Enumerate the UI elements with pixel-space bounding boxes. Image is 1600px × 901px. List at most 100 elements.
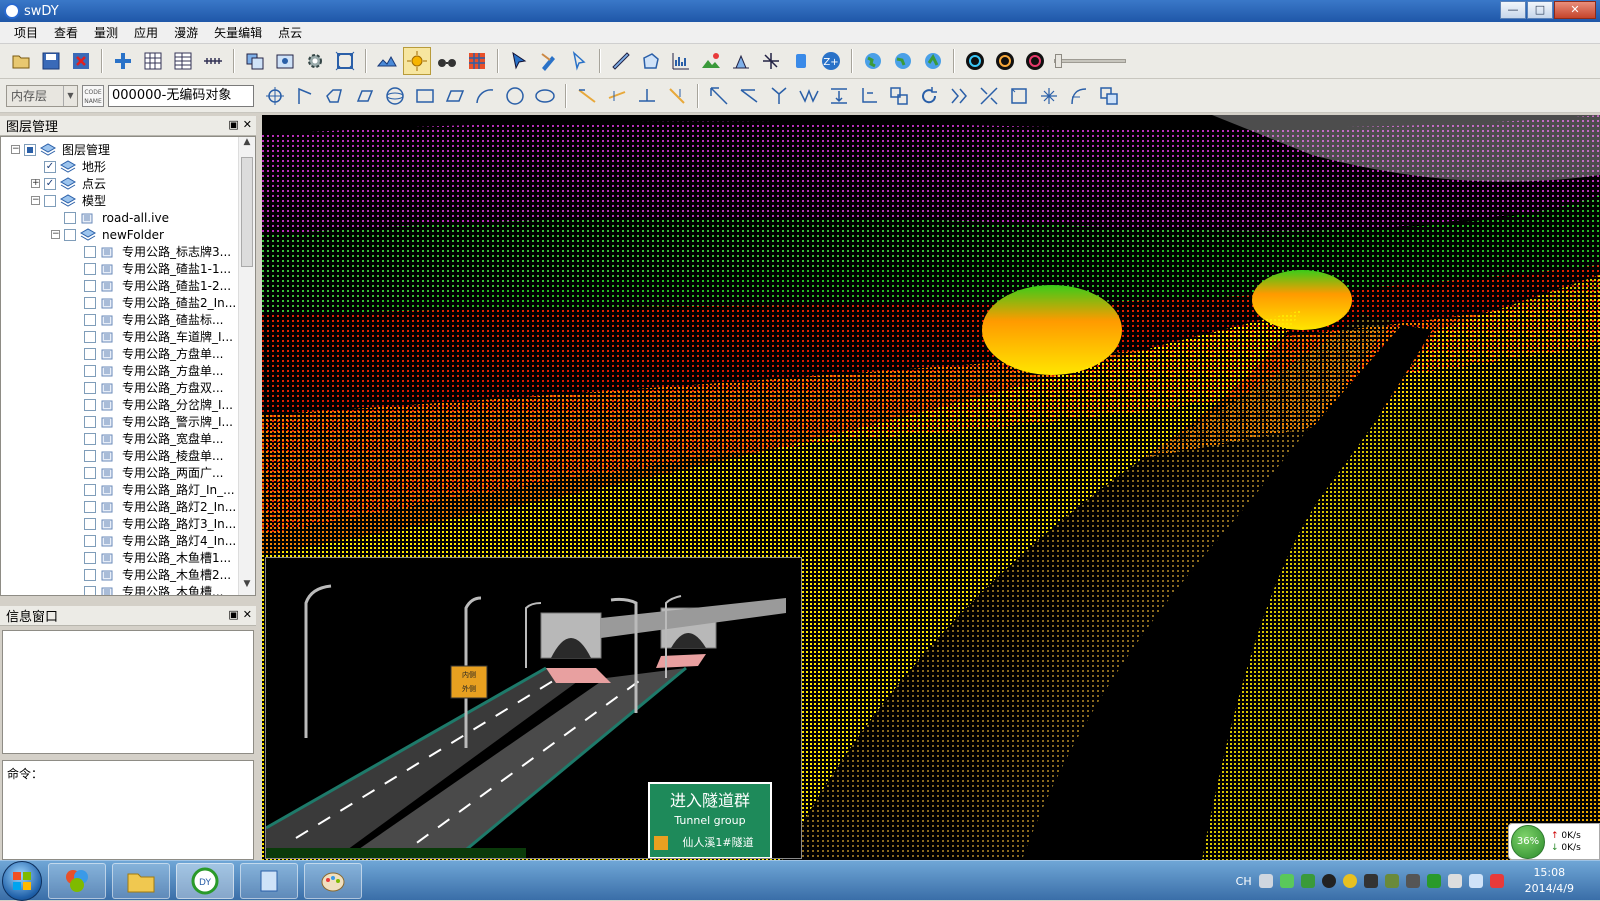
layer-tree-item[interactable]: 专用公路_碴盐1-1...	[71, 260, 231, 277]
scroll-down-icon[interactable]: ▼	[239, 579, 255, 595]
speaker-muted-icon[interactable]	[1489, 874, 1504, 888]
taskbar-explorer-icon[interactable]	[112, 862, 170, 899]
speed-slider[interactable]	[1054, 54, 1126, 68]
texture-grid-icon[interactable]	[463, 47, 491, 75]
plus-badge-icon[interactable]	[1342, 874, 1357, 888]
monitor-icon[interactable]	[1363, 874, 1378, 888]
corner-icon[interactable]	[855, 82, 883, 110]
menu-roam[interactable]: 漫游	[166, 22, 206, 44]
layer-select[interactable]: 内存层 ▼	[6, 84, 78, 107]
circle-icon[interactable]	[501, 82, 529, 110]
layer-tree-item[interactable]: 专用公路_标志牌3...	[71, 243, 231, 260]
close-project-button[interactable]	[67, 47, 95, 75]
parallelogram-icon[interactable]	[441, 82, 469, 110]
windows-start-icon[interactable]	[2, 860, 42, 901]
layer-tree-item[interactable]: 专用公路_木鱼槽...	[71, 583, 223, 595]
layer-tree-item[interactable]: 专用公路_路灯3_In...	[71, 515, 236, 532]
shield-icon[interactable]	[1300, 874, 1315, 888]
collapse-icon[interactable]: −	[11, 145, 20, 154]
layer-visibility-checkbox[interactable]	[84, 262, 96, 275]
menu-vector-edit[interactable]: 矢量编辑	[206, 22, 270, 44]
bounding-box-icon[interactable]	[1005, 82, 1033, 110]
input-language[interactable]: CH	[1236, 875, 1252, 888]
layer-tree-item[interactable]: 专用公路_警示牌_I...	[71, 413, 233, 430]
snap-parallel-icon[interactable]	[603, 82, 631, 110]
trim-line-icon[interactable]	[735, 82, 763, 110]
nvidia-icon[interactable]	[1384, 874, 1399, 888]
layer-visibility-checkbox[interactable]: ✓	[44, 160, 56, 173]
collapse-icon[interactable]: −	[31, 196, 40, 205]
layer-visibility-checkbox[interactable]	[84, 449, 96, 462]
mirror-icon[interactable]	[945, 82, 973, 110]
layer-visibility-checkbox[interactable]	[64, 228, 76, 241]
speed-slider-thumb[interactable]	[1055, 54, 1062, 68]
snap-end-icon[interactable]	[663, 82, 691, 110]
close-icon[interactable]: ✕	[243, 118, 252, 131]
layer-tree-item[interactable]: 专用公路_路灯_In_...	[71, 481, 235, 498]
layer-visibility-checkbox[interactable]: ✓	[44, 177, 56, 190]
screenshot-button[interactable]	[271, 47, 299, 75]
pick-point-icon[interactable]	[565, 47, 593, 75]
layer-tree-item[interactable]: ✓ 地形	[31, 158, 106, 175]
layer-visibility-checkbox[interactable]	[84, 551, 96, 564]
network-speed-widget[interactable]: 36% ↑ 0K/s ↓ 0K/s	[1508, 823, 1600, 860]
rotate-icon[interactable]	[915, 82, 943, 110]
annotation-icon[interactable]	[351, 82, 379, 110]
scroll-up-icon[interactable]: ▲	[239, 137, 255, 153]
restore-button[interactable]: □	[1527, 1, 1553, 19]
layer-visibility-checkbox[interactable]	[84, 381, 96, 394]
layer-tree-item[interactable]: 专用公路_碴盐2_In...	[71, 294, 236, 311]
curve-fit-icon[interactable]	[1065, 82, 1093, 110]
layer-tree-item[interactable]: − 图层管理	[11, 141, 110, 158]
layer-tree-item[interactable]: − 模型	[31, 192, 106, 209]
collapse-icon[interactable]: −	[51, 230, 60, 239]
crosshair-icon[interactable]	[261, 82, 289, 110]
layer-tree-item[interactable]: 专用公路_两面广...	[71, 464, 223, 481]
offset-icon[interactable]	[885, 82, 913, 110]
table-view-button[interactable]	[169, 47, 197, 75]
cylinder-icon[interactable]	[787, 47, 815, 75]
sphere-icon[interactable]	[381, 82, 409, 110]
layer-tree-item[interactable]: 专用公路_木鱼槽1...	[71, 549, 231, 566]
ellipse-icon[interactable]	[531, 82, 559, 110]
terrain-button[interactable]	[373, 47, 401, 75]
layer-tree-item[interactable]: 专用公路_碴盐1-2...	[71, 277, 231, 294]
pin-icon[interactable]: ▣	[228, 118, 238, 131]
snap-line-icon[interactable]	[573, 82, 601, 110]
code-name-icon[interactable]: CODE NAME	[82, 84, 104, 107]
layer-visibility-checkbox[interactable]	[84, 296, 96, 309]
window-layout-button[interactable]	[241, 47, 269, 75]
settings-gear-icon[interactable]	[301, 47, 329, 75]
layer-tree-item[interactable]: 专用公路_车道牌_I...	[71, 328, 233, 345]
save-button[interactable]	[37, 47, 65, 75]
glasses-icon[interactable]	[433, 47, 461, 75]
layer-visibility-checkbox[interactable]	[84, 585, 96, 595]
profile-chart-icon[interactable]	[667, 47, 695, 75]
model-preview-viewport[interactable]: 内侧 外侧 进入隧道群 Tunnel group 仙人溪1#隧道	[265, 557, 802, 859]
sun-light-icon[interactable]	[403, 47, 431, 75]
layer-tree-item[interactable]: 专用公路_宽盘单...	[71, 430, 223, 447]
taskbar-app-orbs-icon[interactable]	[48, 862, 106, 899]
layer-tree-item[interactable]: 专用公路_分岔牌_I...	[71, 396, 233, 413]
layer-visibility-checkbox[interactable]	[84, 313, 96, 326]
layer-tree-item[interactable]: 专用公路_棱盘单...	[71, 447, 223, 464]
usb-icon[interactable]	[1447, 874, 1462, 888]
snap-perpendicular-icon[interactable]	[633, 82, 661, 110]
layer-visibility-checkbox[interactable]	[64, 211, 76, 224]
layer-visibility-checkbox[interactable]	[84, 500, 96, 513]
layer-tree-item[interactable]: 专用公路_路灯4_In...	[71, 532, 236, 549]
volume-icon[interactable]	[727, 47, 755, 75]
move-node-icon[interactable]	[1035, 82, 1063, 110]
edit-select-icon[interactable]	[535, 47, 563, 75]
menu-view[interactable]: 查看	[46, 22, 86, 44]
layer-visibility-checkbox[interactable]	[44, 194, 56, 207]
minimize-button[interactable]: —	[1500, 1, 1526, 19]
play-mode-3-icon[interactable]	[1021, 47, 1049, 75]
polygon-icon[interactable]	[321, 82, 349, 110]
taskbar-paint-icon[interactable]	[304, 862, 362, 899]
pin-icon[interactable]: ▣	[228, 608, 238, 621]
layer-visibility-checkbox[interactable]	[84, 568, 96, 581]
close-icon[interactable]: ✕	[243, 608, 252, 621]
layer-visibility-checkbox[interactable]	[84, 517, 96, 530]
layer-tree-item[interactable]: 专用公路_碴盐标...	[71, 311, 223, 328]
